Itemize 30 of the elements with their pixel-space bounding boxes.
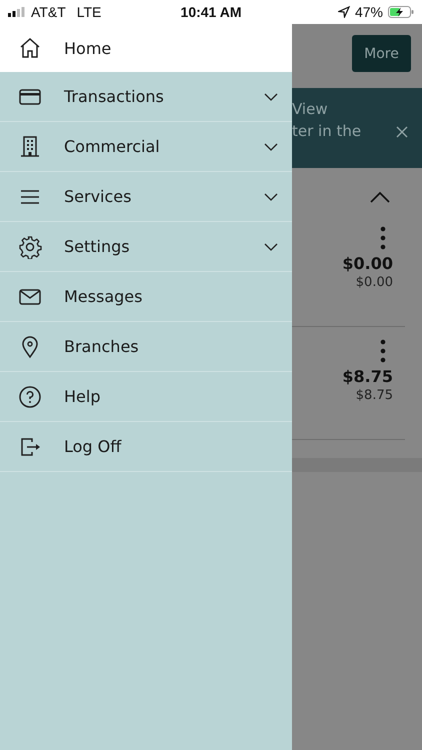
network-text: LTE — [76, 4, 102, 20]
battery-percent-text: 47% — [354, 4, 384, 20]
menu-item[interactable]: Commercial — [0, 122, 292, 172]
menu-item[interactable]: Home — [0, 24, 292, 72]
more-button[interactable]: More — [352, 35, 411, 72]
banner-text: ter in the — [292, 121, 362, 142]
available-balance-text: $0.00 — [356, 275, 393, 290]
chevron-icon[interactable] — [370, 191, 390, 203]
menu-item[interactable]: Transactions — [0, 72, 292, 122]
chevron-icon[interactable] — [264, 192, 278, 202]
chevron-icon[interactable] — [264, 142, 278, 152]
signal-icon — [8, 7, 26, 17]
close-icon[interactable] — [396, 126, 408, 138]
more-options-icon[interactable] — [380, 339, 386, 363]
settings-icon — [18, 234, 42, 258]
balance-text: $0.00 — [342, 254, 393, 273]
building-icon — [18, 134, 42, 158]
balance-text: $8.75 — [342, 367, 393, 386]
more-options-icon[interactable] — [380, 226, 386, 250]
location-arrow-icon — [338, 6, 350, 18]
banner-text: View — [292, 99, 329, 120]
carrier-text: AT&T — [31, 4, 66, 20]
help-icon — [18, 384, 42, 408]
chevron-icon[interactable] — [264, 242, 278, 252]
chevron-icon[interactable] — [264, 92, 278, 102]
available-balance-text: $8.75 — [356, 388, 393, 403]
home-icon — [18, 36, 42, 60]
battery-charging-icon — [388, 6, 414, 18]
menu-item[interactable]: Settings — [0, 222, 292, 272]
clock-text: 10:41 AM — [180, 4, 242, 20]
